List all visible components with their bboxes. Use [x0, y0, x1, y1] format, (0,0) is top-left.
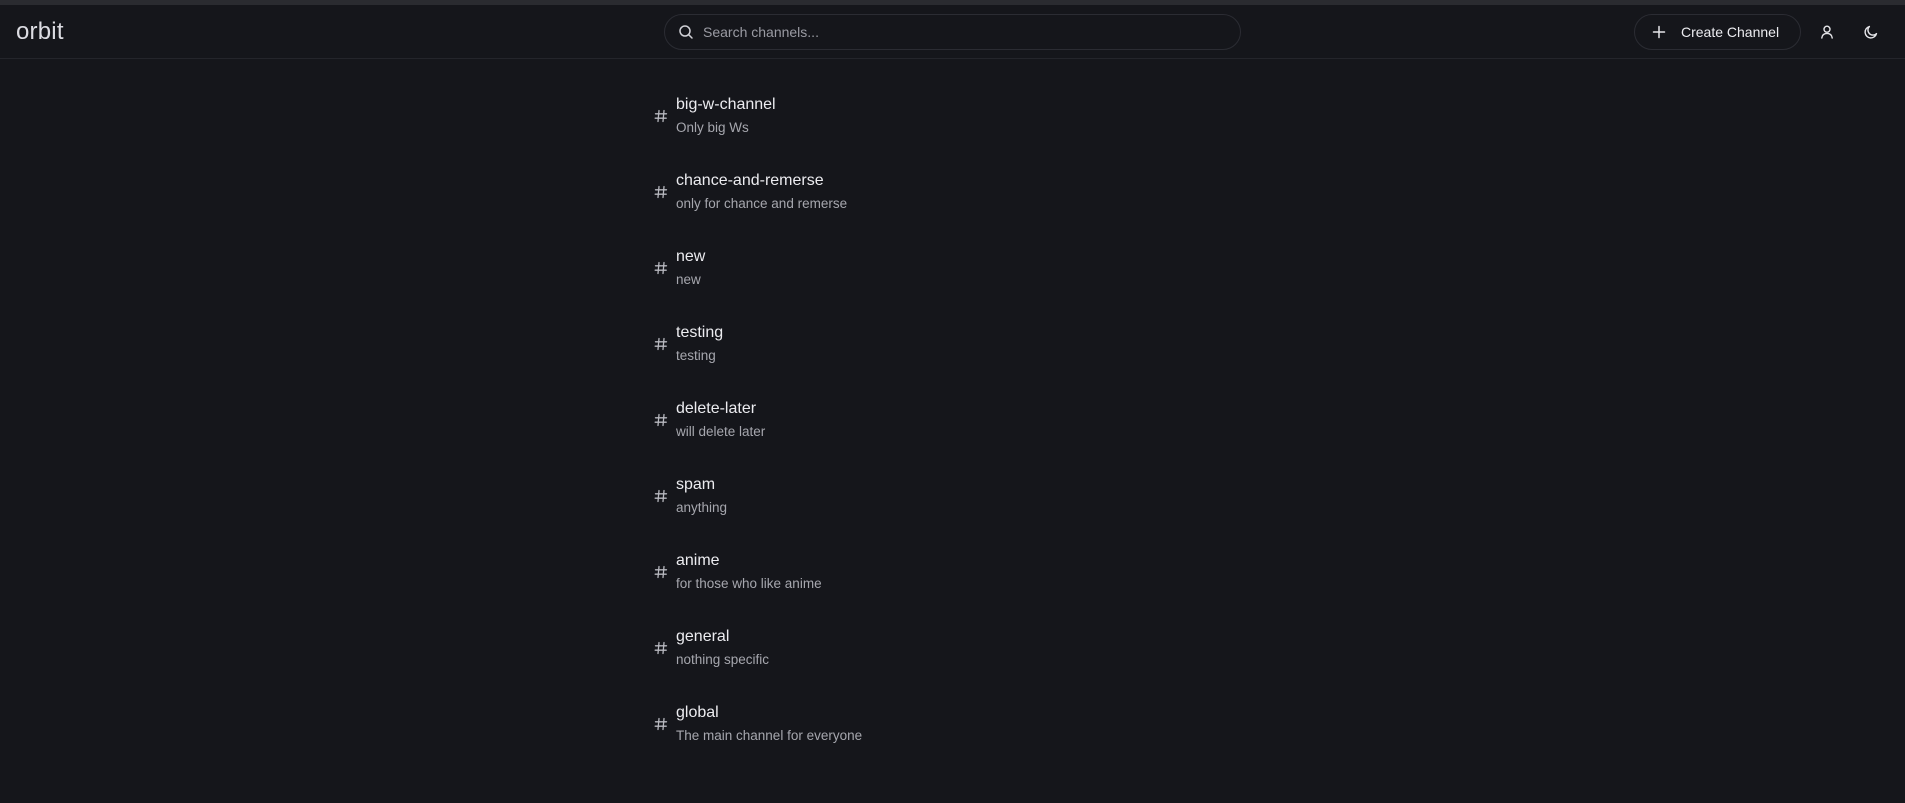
channel-item[interactable]: delete-later will delete later — [654, 394, 1254, 470]
channel-description: will delete later — [676, 424, 766, 439]
channel-description: Only big Ws — [676, 120, 749, 135]
channel-item[interactable]: new new — [654, 242, 1254, 318]
channel-item[interactable]: anime for those who like anime — [654, 546, 1254, 622]
search-bar[interactable] — [664, 14, 1241, 50]
channel-item[interactable]: testing testing — [654, 318, 1254, 394]
profile-button[interactable] — [1816, 21, 1838, 43]
channel-item[interactable]: big-w-channel Only big Ws — [654, 90, 1254, 166]
hash-icon — [654, 489, 668, 503]
moon-icon — [1863, 24, 1879, 40]
channel-item[interactable]: spam anything — [654, 470, 1254, 546]
hash-icon — [654, 185, 668, 199]
create-channel-button[interactable]: Create Channel — [1634, 14, 1801, 50]
hash-icon — [654, 413, 668, 427]
channel-name: big-w-channel — [676, 96, 776, 113]
top-navbar: orbit Create Channel — [0, 5, 1905, 59]
channel-name: delete-later — [676, 400, 757, 417]
channel-name: new — [676, 248, 706, 265]
channel-description: nothing specific — [676, 652, 770, 667]
hash-icon — [654, 717, 668, 731]
hash-icon — [654, 261, 668, 275]
app-logo[interactable]: orbit — [16, 18, 64, 46]
channel-description: new — [676, 272, 701, 287]
channel-description: anything — [676, 500, 728, 515]
create-channel-label: Create Channel — [1681, 24, 1780, 40]
search-input[interactable] — [703, 24, 1240, 40]
channel-name: anime — [676, 552, 720, 569]
channel-description: only for chance and remerse — [676, 196, 848, 211]
hash-icon — [654, 109, 668, 123]
channel-description: The main channel for everyone — [676, 728, 863, 743]
hash-icon — [654, 641, 668, 655]
channel-name: global — [676, 704, 719, 721]
channel-item[interactable]: global The main channel for everyone — [654, 698, 1254, 774]
channel-description: for those who like anime — [676, 576, 822, 591]
channel-item[interactable]: chance-and-remerse only for chance and r… — [654, 166, 1254, 242]
channel-list: big-w-channel Only big Ws chance-and-rem… — [654, 90, 1254, 774]
channel-item[interactable]: general nothing specific — [654, 622, 1254, 698]
plus-icon — [1652, 25, 1666, 39]
hash-icon — [654, 337, 668, 351]
user-icon — [1819, 24, 1835, 40]
channel-description: testing — [676, 348, 716, 363]
theme-toggle-button[interactable] — [1860, 21, 1882, 43]
channel-name: spam — [676, 476, 716, 493]
hash-icon — [654, 565, 668, 579]
channel-name: testing — [676, 324, 724, 341]
channel-name: general — [676, 628, 730, 645]
search-icon — [678, 24, 694, 40]
channel-name: chance-and-remerse — [676, 172, 824, 189]
